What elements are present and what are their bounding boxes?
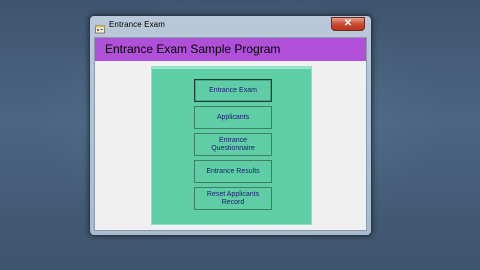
menu-panel-divider xyxy=(152,67,311,69)
entrance-questionnaire-button-label: Entrance Questionnaire xyxy=(211,137,255,152)
applicants-button-label: Applicants xyxy=(216,113,250,121)
window-title: Entrance Exam xyxy=(109,20,165,29)
entrance-exam-button[interactable]: Entrance Exam xyxy=(194,79,272,102)
entrance-results-button-label: Entrance Results xyxy=(206,167,260,175)
menu-panel: Entrance Exam Applicants Entrance Questi… xyxy=(151,66,312,225)
title-bar[interactable]: Entrance Exam ✕ xyxy=(90,16,371,36)
close-button[interactable]: ✕ xyxy=(331,17,365,31)
entrance-exam-button-label: Entrance Exam xyxy=(209,86,257,94)
close-icon: ✕ xyxy=(343,18,353,29)
app-window: Entrance Exam ✕ Entrance Exam Sample Pro… xyxy=(89,15,372,236)
app-icon xyxy=(95,21,105,34)
entrance-questionnaire-button[interactable]: Entrance Questionnaire xyxy=(194,133,272,156)
header-banner: Entrance Exam Sample Program xyxy=(95,38,366,61)
reset-applicants-record-button-label: Reset Applicants Record xyxy=(206,191,260,206)
form-client-area: Entrance Exam Sample Program Entrance Ex… xyxy=(94,37,367,231)
page-title: Entrance Exam Sample Program xyxy=(105,42,281,56)
applicants-button[interactable]: Applicants xyxy=(194,106,272,129)
reset-applicants-record-button[interactable]: Reset Applicants Record xyxy=(194,187,272,210)
entrance-results-button[interactable]: Entrance Results xyxy=(194,160,272,183)
